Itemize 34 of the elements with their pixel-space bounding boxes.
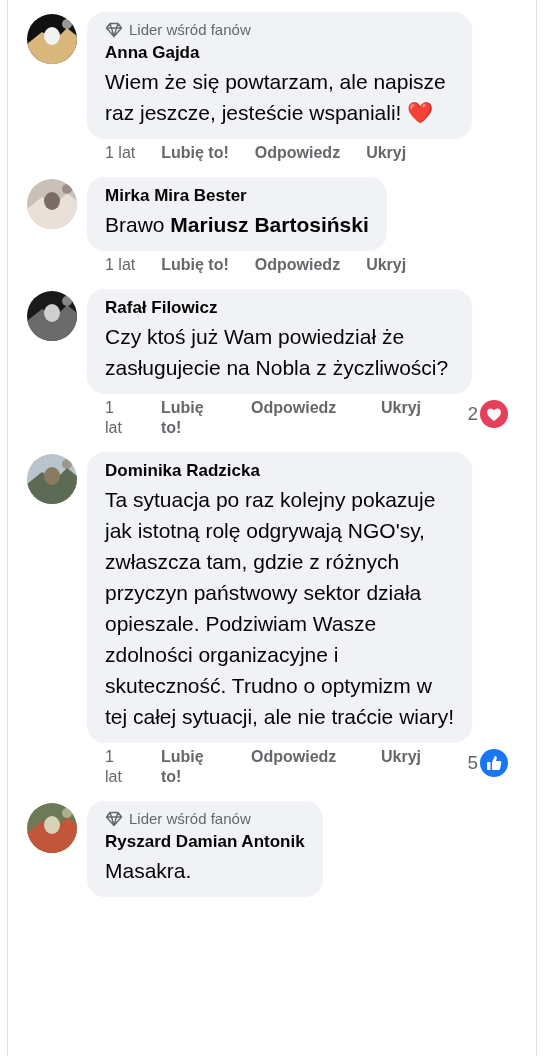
fan-badge-label: Lider wśród fanów <box>129 21 251 38</box>
like-link[interactable]: Lubię to! <box>161 747 217 787</box>
comment-text: Masakra. <box>105 858 193 884</box>
comment-text: Czy ktoś już Wam powiedział że zasługujecie na Nobla z życzliwości? <box>105 324 450 381</box>
hide-link[interactable]: Ukryj <box>381 747 422 787</box>
reaction-count: 5 <box>467 752 478 774</box>
heart-reaction-icon <box>480 400 508 428</box>
author-name[interactable]: Anna Gajda <box>105 43 454 63</box>
like-link[interactable]: Lubię to! <box>161 143 229 163</box>
author-name[interactable]: Ryszard Damian Antonik <box>105 832 305 852</box>
reply-link[interactable]: Odpowiedz <box>254 143 341 163</box>
timestamp-link[interactable]: 1 lat <box>105 747 125 787</box>
reply-link[interactable]: Odpowiedz <box>251 398 381 438</box>
hide-link[interactable]: Ukryj <box>366 143 407 163</box>
like-link[interactable]: Lubię to! <box>161 398 217 438</box>
timestamp-link[interactable]: 1 lat <box>105 143 136 163</box>
comment-text: Brawo Mariusz Bartosiński <box>105 212 369 238</box>
fan-badge-label: Lider wśród fanów <box>129 810 251 827</box>
timestamp-link[interactable]: 1 lat <box>105 398 125 438</box>
comment-text: Ta sytuacja po raz kolejny pokazuje jak istotną rolę odgrywają NGO'sy, zwłaszcza tam, gdzie z różnych przyczyn państwowy sektor działa opieszale. Podziwiam Wasze zdolności organizacyjne i skuteczność. Trudno o optymizm w tej całej sytuacji, ale nie traćcie wiary! <box>105 487 454 730</box>
reaction-count: 2 <box>467 403 478 425</box>
like-reaction-icon <box>480 749 508 777</box>
hide-link[interactable]: Ukryj <box>381 398 422 438</box>
author-name[interactable]: Dominika Radzicka <box>105 461 454 481</box>
comment-text: Wiem że się powtarzam, ale napisze raz jeszcze, jesteście wspaniali! ❤ <box>105 69 447 126</box>
reply-link[interactable]: Odpowiedz <box>251 747 381 787</box>
diamond-icon <box>105 21 123 38</box>
reply-link[interactable]: Odpowiedz <box>254 255 341 275</box>
hide-link[interactable]: Ukryj <box>366 255 407 275</box>
diamond-icon <box>105 810 123 827</box>
like-link[interactable]: Lubię to! <box>161 255 229 275</box>
timestamp-link[interactable]: 1 lat <box>105 255 136 275</box>
author-name[interactable]: Mirka Mira Bester <box>105 186 369 206</box>
author-name[interactable]: Rafał Filowicz <box>105 298 454 318</box>
